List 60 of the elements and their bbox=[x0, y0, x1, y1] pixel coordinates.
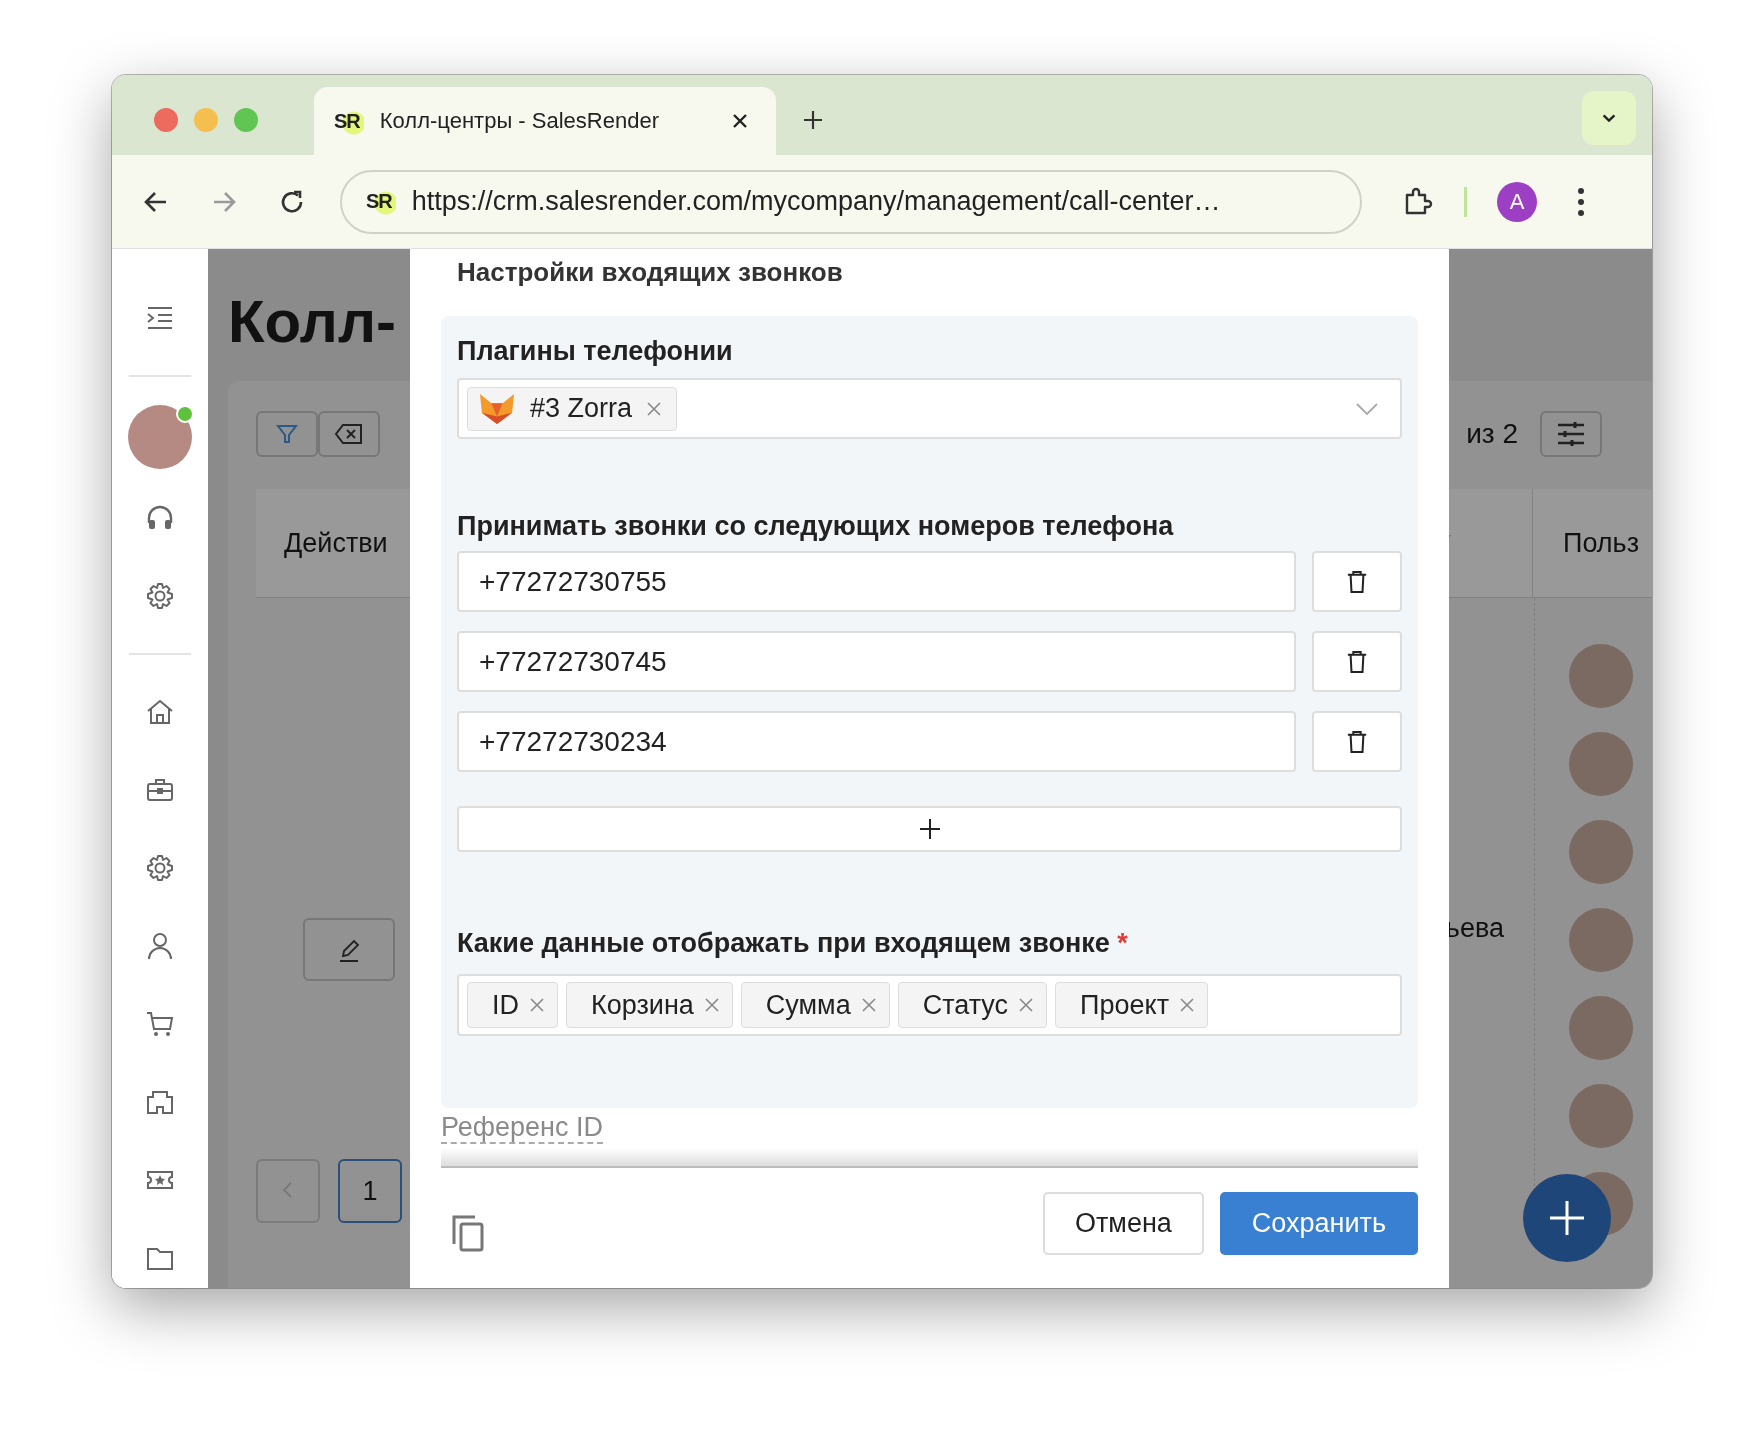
delete-button[interactable] bbox=[1312, 631, 1402, 692]
profile-avatar[interactable]: A bbox=[1497, 181, 1537, 222]
tag-text: Статус bbox=[922, 989, 1009, 1021]
plugin-name: #3 Zorra bbox=[530, 393, 633, 424]
column-header: Польз bbox=[1532, 489, 1640, 597]
browser-tab[interactable]: SR Колл-центры - SalesRender bbox=[314, 87, 776, 155]
tag-chip[interactable]: Статус bbox=[897, 982, 1048, 1028]
pages-count-text: из 2 bbox=[1466, 418, 1518, 450]
user-avatar[interactable] bbox=[128, 405, 192, 469]
settings-icon[interactable] bbox=[145, 581, 175, 611]
cart-icon[interactable] bbox=[145, 1009, 175, 1039]
backspace-icon bbox=[334, 422, 364, 446]
tag-text: ID bbox=[492, 989, 519, 1021]
delete-button[interactable] bbox=[1312, 551, 1402, 612]
copy-icon[interactable] bbox=[451, 1213, 485, 1252]
user-icon[interactable] bbox=[145, 931, 175, 961]
plus-icon[interactable] bbox=[802, 109, 824, 131]
table-cell: ьева bbox=[1445, 913, 1504, 943]
trash-icon bbox=[1346, 729, 1368, 754]
home-icon[interactable] bbox=[145, 697, 175, 727]
tag-chip[interactable]: Корзина bbox=[566, 982, 733, 1028]
close-window-dot[interactable] bbox=[154, 108, 178, 132]
tag-chip[interactable]: Проект bbox=[1055, 982, 1208, 1028]
tags-input-field[interactable]: ID Корзина Сумма Статус Проект bbox=[457, 974, 1402, 1036]
url-text: https://crm.salesrender.com/mycompany/management/call-center… bbox=[411, 186, 1221, 217]
column-settings-button[interactable] bbox=[1540, 411, 1602, 457]
plus-icon bbox=[1547, 1198, 1587, 1238]
trash-icon bbox=[1346, 649, 1368, 674]
phone-input-field[interactable]: +77272730755 bbox=[457, 551, 1296, 612]
page-number-button[interactable]: 1 bbox=[338, 1159, 402, 1223]
sliders-icon bbox=[1556, 421, 1586, 447]
page-title: Колл- bbox=[228, 287, 396, 357]
tag-text: Сумма bbox=[765, 989, 851, 1021]
fox-logo-icon bbox=[478, 391, 516, 426]
filter-icon bbox=[275, 422, 299, 446]
field-label: Принимать звонки со следующих номеров телефона bbox=[457, 511, 1175, 543]
minimize-window-dot[interactable] bbox=[194, 108, 218, 132]
field-label: Плагины телефонии bbox=[457, 336, 734, 368]
save-button[interactable]: Сохранить bbox=[1219, 1192, 1418, 1255]
settings-icon[interactable] bbox=[145, 853, 175, 883]
field-label: Какие данные отображать при входящем звонке * bbox=[457, 928, 1129, 960]
trash-icon bbox=[1346, 569, 1368, 594]
section-title: Настройки входящих звонков bbox=[456, 256, 844, 289]
tag-chip[interactable]: Сумма bbox=[740, 982, 890, 1028]
phone-input-field[interactable]: +77272730234 bbox=[457, 711, 1296, 772]
field-label: Референс ID bbox=[441, 1112, 603, 1144]
edit-button[interactable] bbox=[303, 918, 395, 981]
plugin-select[interactable]: #3 Zorra bbox=[457, 378, 1402, 439]
tag-text: Корзина bbox=[591, 989, 694, 1021]
delete-button[interactable] bbox=[1312, 711, 1402, 772]
address-bar[interactable]: SR https://crm.salesrender.com/mycompany/management/call-center… bbox=[340, 169, 1362, 234]
tag-text: Проект bbox=[1080, 989, 1169, 1021]
phone-input-field[interactable]: +77272730745 bbox=[457, 631, 1296, 692]
zoom-window-dot[interactable] bbox=[234, 108, 258, 132]
more-icon[interactable] bbox=[1577, 186, 1585, 217]
clear-filter-button[interactable] bbox=[318, 411, 380, 457]
cancel-button[interactable]: Отмена bbox=[1042, 1192, 1204, 1255]
tag-chip[interactable]: ID bbox=[467, 982, 558, 1028]
plus-icon bbox=[917, 817, 942, 841]
plugin-chip[interactable]: #3 Zorra bbox=[467, 386, 678, 431]
